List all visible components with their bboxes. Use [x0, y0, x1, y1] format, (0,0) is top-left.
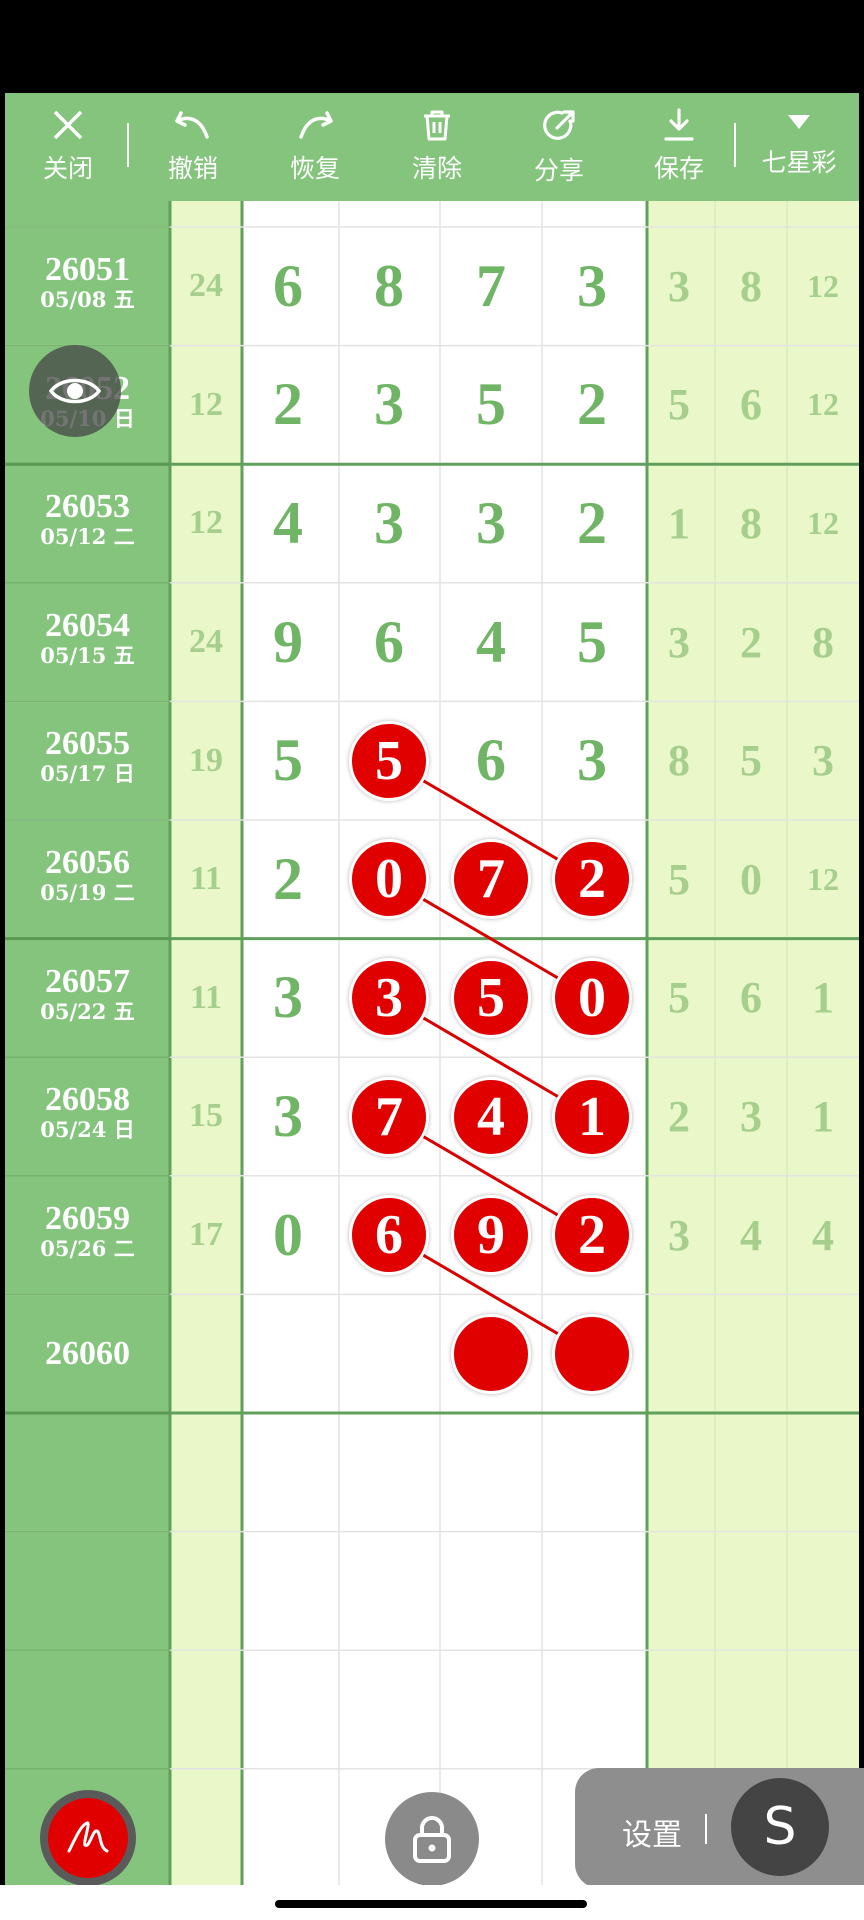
undo-label: 撤销 — [167, 154, 218, 183]
undo-icon — [175, 111, 209, 139]
highlight-ball[interactable]: 5 — [451, 957, 531, 1038]
undo-button[interactable]: 撤销 — [153, 93, 233, 201]
highlight-ball[interactable]: 9 — [451, 1195, 531, 1276]
visibility-toggle[interactable] — [29, 345, 121, 437]
lottery-type-dropdown[interactable]: 七星彩 — [753, 93, 845, 201]
highlight-ball[interactable]: 7 — [451, 839, 531, 920]
highlight-ball[interactable]: 2 — [552, 839, 632, 920]
redo-button[interactable]: 恢复 — [275, 93, 355, 201]
share-button[interactable]: 分享 — [519, 93, 599, 201]
settings-label[interactable]: 设置 — [622, 1810, 682, 1854]
lock-icon — [413, 1816, 451, 1863]
triangle-down-icon — [788, 115, 810, 129]
s-button[interactable]: S — [731, 1778, 829, 1876]
chart-grid[interactable]: 2605105/08 五24687338122605205/10 日122352… — [5, 201, 859, 1885]
pen-tool-button[interactable] — [40, 1790, 136, 1886]
save-button[interactable]: 保存 — [639, 93, 719, 201]
toolbar-divider — [127, 123, 129, 167]
highlight-ball[interactable]: 0 — [349, 839, 429, 920]
highlight-ball[interactable]: 2 — [552, 1195, 632, 1276]
lottery-type-label: 七星彩 — [761, 148, 837, 177]
clear-button[interactable]: 清除 — [397, 93, 477, 201]
home-indicator[interactable] — [275, 1900, 587, 1908]
highlight-ball[interactable]: 3 — [349, 957, 429, 1038]
pen-icon-bg — [48, 1798, 128, 1878]
clear-label: 清除 — [411, 154, 462, 183]
connection-lines — [388, 759, 593, 1355]
s-icon: S — [763, 1797, 797, 1857]
download-icon — [664, 108, 694, 141]
status-bar-area — [0, 0, 864, 93]
lock-button[interactable] — [385, 1792, 479, 1886]
share-label: 分享 — [533, 156, 584, 185]
redo-icon — [299, 111, 333, 139]
highlight-ball[interactable]: 0 — [552, 957, 632, 1038]
highlight-ball[interactable]: 4 — [451, 1076, 531, 1157]
scribble-icon — [67, 1821, 109, 1853]
trash-icon — [424, 110, 450, 141]
save-label: 保存 — [653, 154, 704, 183]
close-icon — [53, 110, 83, 140]
settings-divider — [705, 1814, 707, 1844]
highlight-ball[interactable] — [451, 1313, 531, 1394]
lottery-chart-app: 关闭 撤销 恢复 清除 分享 保存 七星彩 26051 05/08 五 24 6… — [0, 0, 864, 1920]
close-label: 关闭 — [42, 154, 93, 183]
highlight-ball[interactable] — [552, 1313, 632, 1394]
highlight-ball[interactable]: 1 — [552, 1076, 632, 1157]
close-button[interactable]: 关闭 — [33, 93, 103, 201]
settings-panel[interactable]: 设置 S — [575, 1768, 864, 1888]
highlight-ball[interactable]: 5 — [349, 720, 429, 801]
toolbar-divider — [734, 123, 736, 167]
eye-icon — [49, 378, 101, 404]
share-icon — [543, 110, 575, 140]
highlight-ball[interactable]: 7 — [349, 1076, 429, 1157]
redo-label: 恢复 — [289, 154, 340, 183]
highlight-ball[interactable]: 6 — [349, 1195, 429, 1276]
toolbar: 关闭 撤销 恢复 清除 分享 保存 七星彩 — [5, 93, 859, 201]
